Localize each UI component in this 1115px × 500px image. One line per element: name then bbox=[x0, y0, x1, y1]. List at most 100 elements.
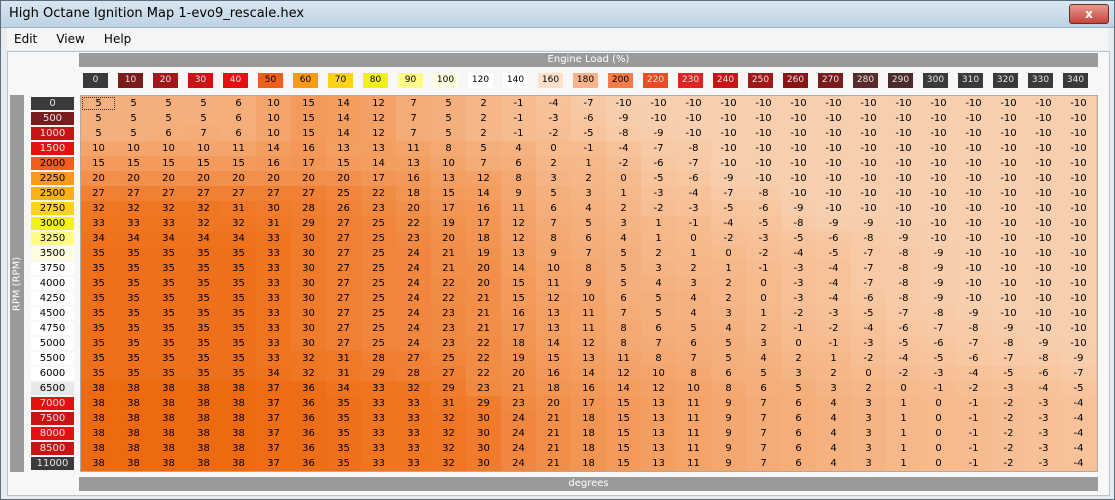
map-cell[interactable]: 15 bbox=[221, 156, 256, 171]
map-cell[interactable]: 10 bbox=[151, 141, 186, 156]
map-cell[interactable]: 38 bbox=[151, 426, 186, 441]
map-cell[interactable]: -3 bbox=[1026, 441, 1061, 456]
map-cell[interactable]: 4 bbox=[816, 456, 851, 471]
map-cell[interactable]: -3 bbox=[1026, 426, 1061, 441]
map-cell[interactable]: 27 bbox=[151, 186, 186, 201]
map-cell[interactable]: -1 bbox=[501, 126, 536, 141]
map-cell[interactable]: 5 bbox=[606, 276, 641, 291]
map-cell[interactable]: -10 bbox=[781, 111, 816, 126]
map-cell[interactable]: -2 bbox=[711, 231, 746, 246]
map-cell[interactable]: -10 bbox=[991, 231, 1026, 246]
map-cell[interactable]: -10 bbox=[746, 96, 781, 111]
map-cell[interactable]: 3 bbox=[851, 411, 886, 426]
map-cell[interactable]: 34 bbox=[326, 381, 361, 396]
map-cell[interactable]: 33 bbox=[396, 426, 431, 441]
map-cell[interactable]: -9 bbox=[851, 216, 886, 231]
map-cell[interactable]: 0 bbox=[921, 441, 956, 456]
map-cell[interactable]: 2 bbox=[781, 351, 816, 366]
map-cell[interactable]: 15 bbox=[326, 156, 361, 171]
map-cell[interactable]: -5 bbox=[781, 231, 816, 246]
map-cell[interactable]: -7 bbox=[1061, 366, 1096, 381]
map-cell[interactable]: -8 bbox=[746, 186, 781, 201]
map-cell[interactable]: -1 bbox=[501, 111, 536, 126]
map-cell[interactable]: 15 bbox=[606, 411, 641, 426]
map-cell[interactable]: -10 bbox=[1061, 96, 1096, 111]
map-cell[interactable]: 7 bbox=[746, 441, 781, 456]
map-cell[interactable]: 6 bbox=[501, 156, 536, 171]
map-cell[interactable]: 4 bbox=[676, 306, 711, 321]
map-cell[interactable]: -2 bbox=[746, 246, 781, 261]
map-cell[interactable]: 1 bbox=[641, 216, 676, 231]
map-cell[interactable]: 30 bbox=[291, 261, 326, 276]
map-cell[interactable]: 18 bbox=[571, 441, 606, 456]
map-cell[interactable]: 27 bbox=[256, 186, 291, 201]
map-cell[interactable]: 35 bbox=[326, 411, 361, 426]
menu-help[interactable]: Help bbox=[97, 28, 138, 46]
map-cell[interactable]: -10 bbox=[816, 186, 851, 201]
map-cell[interactable]: -10 bbox=[851, 126, 886, 141]
map-cell[interactable]: -10 bbox=[991, 261, 1026, 276]
map-cell[interactable]: -10 bbox=[991, 111, 1026, 126]
map-cell[interactable]: 38 bbox=[221, 411, 256, 426]
map-cell[interactable]: -4 bbox=[1061, 456, 1096, 471]
map-cell[interactable]: -10 bbox=[1026, 306, 1061, 321]
map-cell[interactable]: 35 bbox=[186, 351, 221, 366]
map-cell[interactable]: 38 bbox=[221, 426, 256, 441]
map-cell[interactable]: -10 bbox=[1026, 201, 1061, 216]
map-cell[interactable]: -10 bbox=[1026, 96, 1061, 111]
map-cell[interactable]: 2 bbox=[816, 366, 851, 381]
map-cell[interactable]: -4 bbox=[816, 291, 851, 306]
map-cell[interactable]: 24 bbox=[396, 321, 431, 336]
map-cell[interactable]: 9 bbox=[711, 441, 746, 456]
map-cell[interactable]: 5 bbox=[606, 246, 641, 261]
map-cell[interactable]: 5 bbox=[186, 111, 221, 126]
map-cell[interactable]: 30 bbox=[256, 201, 291, 216]
map-cell[interactable]: 7 bbox=[676, 351, 711, 366]
map-cell[interactable]: 1 bbox=[571, 156, 606, 171]
map-cell[interactable]: 35 bbox=[81, 336, 116, 351]
map-cell[interactable]: -10 bbox=[886, 126, 921, 141]
map-cell[interactable]: -10 bbox=[781, 156, 816, 171]
map-cell[interactable]: 35 bbox=[221, 321, 256, 336]
map-cell[interactable]: 38 bbox=[221, 441, 256, 456]
map-cell[interactable]: 6 bbox=[781, 426, 816, 441]
map-cell[interactable]: -10 bbox=[851, 96, 886, 111]
map-cell[interactable]: 0 bbox=[851, 366, 886, 381]
map-cell[interactable]: 0 bbox=[711, 246, 746, 261]
map-cell[interactable]: 38 bbox=[186, 411, 221, 426]
map-cell[interactable]: 35 bbox=[221, 261, 256, 276]
map-cell[interactable]: -10 bbox=[956, 111, 991, 126]
map-cell[interactable]: -4 bbox=[1061, 426, 1096, 441]
map-cell[interactable]: 1 bbox=[886, 411, 921, 426]
map-cell[interactable]: 31 bbox=[326, 366, 361, 381]
map-cell[interactable]: -4 bbox=[536, 96, 571, 111]
map-cell[interactable]: 9 bbox=[711, 411, 746, 426]
map-cell[interactable]: -5 bbox=[921, 351, 956, 366]
map-cell[interactable]: -2 bbox=[641, 201, 676, 216]
map-cell[interactable]: 35 bbox=[151, 366, 186, 381]
map-cell[interactable]: 10 bbox=[116, 141, 151, 156]
map-cell[interactable]: 13 bbox=[641, 456, 676, 471]
map-cell[interactable]: 30 bbox=[291, 276, 326, 291]
map-cell[interactable]: 20 bbox=[256, 171, 291, 186]
map-cell[interactable]: 18 bbox=[466, 231, 501, 246]
map-cell[interactable]: 33 bbox=[256, 336, 291, 351]
map-cell[interactable]: -1 bbox=[501, 96, 536, 111]
map-cell[interactable]: 13 bbox=[536, 306, 571, 321]
map-cell[interactable]: 6 bbox=[536, 201, 571, 216]
map-cell[interactable]: 35 bbox=[186, 291, 221, 306]
map-cell[interactable]: 23 bbox=[396, 231, 431, 246]
map-cell[interactable]: -10 bbox=[781, 141, 816, 156]
map-cell[interactable]: 5 bbox=[641, 306, 676, 321]
map-cell[interactable]: 33 bbox=[361, 381, 396, 396]
map-cell[interactable]: -10 bbox=[956, 141, 991, 156]
map-cell[interactable]: -9 bbox=[1061, 351, 1096, 366]
map-cell[interactable]: 10 bbox=[81, 141, 116, 156]
map-cell[interactable]: 18 bbox=[396, 186, 431, 201]
map-cell[interactable]: 7 bbox=[396, 111, 431, 126]
map-cell[interactable]: 0 bbox=[921, 426, 956, 441]
map-cell[interactable]: -8 bbox=[676, 141, 711, 156]
map-cell[interactable]: 33 bbox=[256, 276, 291, 291]
map-cell[interactable]: -10 bbox=[991, 126, 1026, 141]
map-cell[interactable]: 5 bbox=[116, 111, 151, 126]
